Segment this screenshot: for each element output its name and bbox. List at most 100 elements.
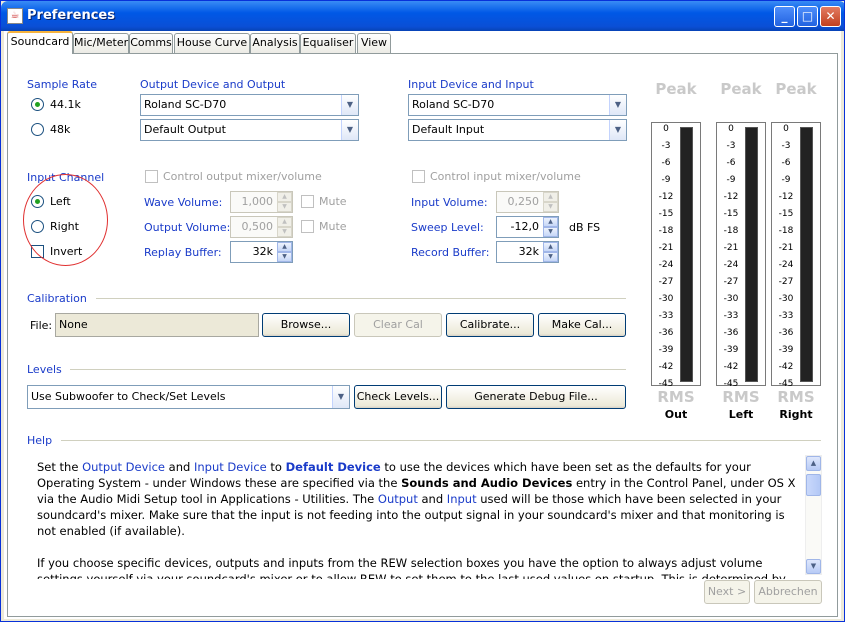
spin-up-icon[interactable]: ▲ [543, 217, 558, 227]
sweep-level-value: -12,0 [510, 220, 539, 233]
output-mute-checkbox[interactable] [301, 220, 314, 233]
scale-tick: -15 [723, 209, 739, 219]
help-paragraph-2: If you choose specific devices, outputs … [37, 556, 786, 579]
control-output-mixer-label: Control output mixer/volume [163, 170, 322, 183]
next-button[interactable]: Next > [704, 580, 750, 604]
scale-tick: -42 [778, 362, 794, 372]
tab-analysis[interactable]: Analysis [250, 33, 300, 53]
help-paragraph-1: Set the Output Device and Input Device t… [37, 460, 796, 538]
input-device-select[interactable]: Roland SC-D70 ▼ [408, 94, 627, 116]
tab-comms[interactable]: Comms [129, 33, 173, 53]
input-volume-label: Input Volume: [411, 196, 488, 209]
scroll-thumb[interactable] [806, 474, 821, 496]
replay-buffer-label: Replay Buffer: [144, 246, 222, 259]
tab-mic-meter[interactable]: Mic/Meter [73, 33, 129, 53]
control-output-mixer-checkbox[interactable] [145, 170, 158, 183]
input-volume-value: 0,250 [507, 195, 540, 208]
meter-right: 0 -3 -6 -9 -12 -15 -18 -21 -24 -27 -30 -33 -36 -39 -42… [771, 122, 821, 389]
spin-up-icon[interactable]: ▲ [543, 192, 558, 202]
input-select[interactable]: Default Input ▼ [408, 119, 627, 141]
scale-tick: -3 [726, 141, 736, 151]
help-divider [61, 440, 821, 442]
cal-file-field[interactable]: None [55, 313, 259, 337]
wave-mute-checkbox[interactable] [301, 195, 314, 208]
scale-tick: -42 [658, 362, 674, 372]
spin-down-icon[interactable]: ▼ [277, 252, 292, 262]
maximize-button[interactable]: □ [797, 6, 818, 27]
output-volume-value: 0,500 [241, 220, 274, 233]
chevron-down-icon: ▼ [609, 120, 626, 140]
spin-up-icon[interactable]: ▲ [277, 192, 292, 202]
make-cal-button[interactable]: Make Cal... [538, 313, 626, 337]
spin-down-icon[interactable]: ▼ [277, 202, 292, 212]
sweep-level-label: Sweep Level: [411, 221, 484, 234]
close-button[interactable]: ✕ [820, 6, 841, 27]
check-levels-button[interactable]: Check Levels... [354, 385, 442, 409]
scale-tick: -42 [723, 362, 739, 372]
scale-tick: -21 [723, 243, 739, 253]
title-bar[interactable]: ☕ Preferences _ □ ✕ [1, 1, 844, 31]
chevron-down-icon: ▼ [341, 95, 358, 115]
help-scrollbar[interactable]: ▲ ▼ [805, 455, 822, 575]
radio-48k[interactable] [31, 123, 44, 136]
sample-rate-heading: Sample Rate [27, 78, 97, 91]
scale-tick: -24 [778, 260, 794, 270]
tab-equaliser[interactable]: Equaliser [300, 33, 356, 53]
scale-tick: -24 [723, 260, 739, 270]
control-input-mixer-label: Control input mixer/volume [430, 170, 581, 183]
rms-label-0: RMS [657, 388, 695, 406]
scale-tick: -18 [658, 226, 674, 236]
control-input-mixer-checkbox[interactable] [412, 170, 425, 183]
browse-button[interactable]: Browse... [262, 313, 350, 337]
replay-buffer-spinner[interactable]: 32k ▲ ▼ [230, 241, 293, 263]
rms-label-1: RMS [722, 388, 760, 406]
tab-view[interactable]: View [357, 33, 391, 53]
output-device-heading: Output Device and Output [140, 78, 286, 91]
replay-buffer-value: 32k [252, 245, 273, 258]
spin-down-icon[interactable]: ▼ [277, 227, 292, 237]
record-buffer-spinner[interactable]: 32k ▲ ▼ [496, 241, 559, 263]
spin-up-icon[interactable]: ▲ [543, 242, 558, 252]
wave-volume-spinner[interactable]: 1,000 ▲ ▼ [230, 191, 293, 213]
spin-up-icon[interactable]: ▲ [277, 242, 292, 252]
cancel-button[interactable]: Abbrechen [754, 580, 822, 604]
spin-down-icon[interactable]: ▼ [543, 202, 558, 212]
record-buffer-label: Record Buffer: [411, 246, 490, 259]
clear-cal-button[interactable]: Clear Cal [354, 313, 442, 337]
peak-label-1: Peak [720, 80, 762, 98]
meter-name-right: Right [779, 408, 813, 421]
tab-house-curve[interactable]: House Curve [174, 33, 250, 53]
scale-tick: -36 [778, 328, 794, 338]
scale-tick: -12 [658, 192, 674, 202]
peak-label-0: Peak [655, 80, 697, 98]
levels-mode-select[interactable]: Use Subwoofer to Check/Set Levels ▼ [27, 385, 350, 409]
input-device-heading: Input Device and Input [408, 78, 534, 91]
sweep-level-unit: dB FS [569, 221, 601, 234]
output-device-select[interactable]: Roland SC-D70 ▼ [140, 94, 359, 116]
scale-tick: -12 [778, 192, 794, 202]
generate-debug-button[interactable]: Generate Debug File... [446, 385, 626, 409]
output-volume-spinner[interactable]: 0,500 ▲ ▼ [230, 216, 293, 238]
tab-soundcard[interactable]: Soundcard [7, 31, 73, 54]
spin-down-icon[interactable]: ▼ [543, 252, 558, 262]
annotation-circle [23, 174, 108, 266]
radio-44k[interactable] [31, 98, 44, 111]
spin-down-icon[interactable]: ▼ [543, 227, 558, 237]
calibrate-button[interactable]: Calibrate... [446, 313, 534, 337]
soundcard-panel: Sample Rate 44.1k 48k Output Device and … [7, 53, 838, 617]
scroll-down-icon[interactable]: ▼ [806, 559, 821, 574]
input-volume-spinner[interactable]: 0,250 ▲ ▼ [496, 191, 559, 213]
sweep-level-spinner[interactable]: -12,0 ▲ ▼ [496, 216, 559, 238]
scale-tick: -12 [723, 192, 739, 202]
meter-bar [745, 127, 758, 382]
spin-up-icon[interactable]: ▲ [277, 217, 292, 227]
radio-48k-label: 48k [50, 123, 71, 136]
meter-out: 0 -3 -6 -9 -12 -15 -18 -21 -24 -27 -30 -33 -36 -39 -42… [651, 122, 701, 389]
close-icon: ✕ [825, 9, 836, 23]
output-select[interactable]: Default Output ▼ [140, 119, 359, 141]
minimize-button[interactable]: _ [774, 6, 795, 27]
scale-tick: -30 [778, 294, 794, 304]
radio-44k-label: 44.1k [50, 98, 81, 111]
levels-divider [70, 369, 626, 371]
scroll-up-icon[interactable]: ▲ [806, 456, 821, 471]
